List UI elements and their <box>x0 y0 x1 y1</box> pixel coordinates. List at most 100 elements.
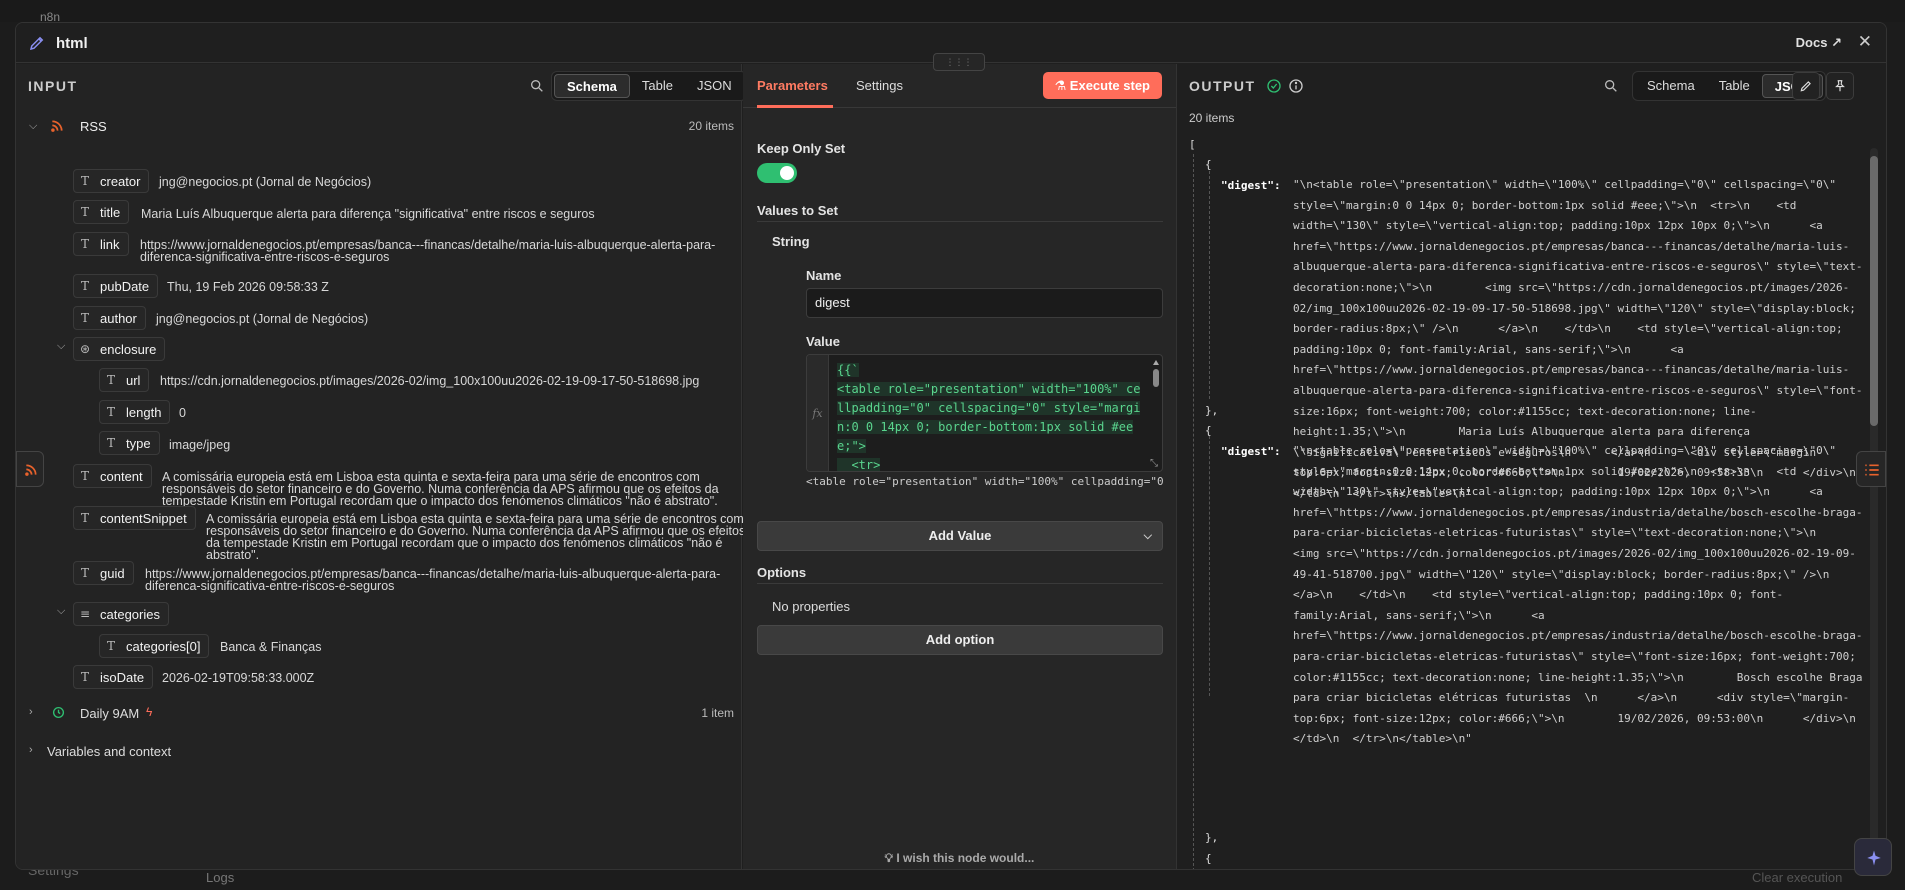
json-brace: { <box>1205 852 1212 865</box>
expand-editor-icon[interactable]: ⤡ <box>1150 458 1158 469</box>
field-content[interactable]: Tcontent <box>73 464 152 488</box>
field-value: A comissária europeia está em Lisboa est… <box>162 470 719 508</box>
object-type-icon: ⊛ <box>80 342 91 356</box>
no-properties-text: No properties <box>772 599 851 614</box>
text-type-icon: T <box>80 279 89 293</box>
variables-context-row[interactable]: › Variables and context <box>16 740 742 764</box>
json-brace: { <box>1205 424 1212 437</box>
field-value: https://www.jornaldenegocios.pt/empresas… <box>140 238 716 264</box>
json-bracket: [ <box>1189 138 1196 151</box>
field-pubdate[interactable]: TpubDate <box>73 274 159 298</box>
field-link[interactable]: Tlink <box>73 232 129 256</box>
info-icon[interactable] <box>1288 78 1304 94</box>
flask-icon: ⚗ <box>1054 78 1067 93</box>
field-enclosure[interactable]: ⊛ enclosure <box>73 337 166 361</box>
output-tab-schema[interactable]: Schema <box>1635 74 1707 98</box>
output-tab-table[interactable]: Table <box>1707 74 1762 98</box>
pencil-icon <box>1800 81 1811 92</box>
variables-label: Variables and context <box>47 744 172 759</box>
chevron-down-icon[interactable]: ⌵ <box>57 340 65 353</box>
field-length[interactable]: Tlength <box>99 400 171 424</box>
text-type-icon: T <box>80 205 89 219</box>
json-brace: }, <box>1205 831 1219 844</box>
divider <box>757 221 1163 222</box>
chevron-right-icon[interactable]: › <box>29 744 33 756</box>
field-categories-0[interactable]: Tcategories[0] <box>99 634 210 658</box>
tab-parameters[interactable]: Parameters <box>757 78 828 93</box>
field-value: Maria Luís Albuquerque alerta para difer… <box>141 207 595 221</box>
field-author[interactable]: Tauthor <box>73 306 146 330</box>
options-label: Options <box>757 565 807 580</box>
search-icon[interactable] <box>529 78 545 94</box>
json-brace: { <box>1205 158 1212 171</box>
feedback-link[interactable]: 💡︎ I wish this node would... <box>743 851 1176 866</box>
text-type-icon: T <box>80 469 89 483</box>
field-contentsnippet[interactable]: TcontentSnippet <box>73 506 196 530</box>
chevron-down-icon[interactable]: ⌵ <box>29 120 37 133</box>
field-isodate[interactable]: TisoDate <box>73 665 154 689</box>
input-tab-json[interactable]: JSON <box>685 74 744 98</box>
field-creator[interactable]: Tcreator <box>73 169 150 193</box>
text-type-icon: T <box>80 670 89 684</box>
logs-label[interactable]: Logs <box>206 870 234 885</box>
keep-only-set-label: Keep Only Set <box>757 141 846 156</box>
scrollbar-thumb[interactable] <box>1870 156 1878 426</box>
input-node-tab[interactable] <box>16 451 44 487</box>
field-categories[interactable]: ≡ categories <box>73 602 169 626</box>
field-guid[interactable]: Tguid <box>73 561 134 585</box>
json-string-value: "\n<table role=\"presentation\" width=\"… <box>1293 444 1863 746</box>
chevron-down-icon[interactable]: ⌵ <box>57 605 65 618</box>
node-row-rss[interactable]: ⌵ RSS 20 items <box>16 114 742 138</box>
value-expression-editor[interactable]: fx {{` <table role="presentation" width=… <box>806 354 1163 472</box>
execute-step-button[interactable]: ⚗ Execute step <box>1042 72 1162 99</box>
values-to-set-label: Values to Set <box>757 203 838 218</box>
search-icon[interactable] <box>1603 78 1619 94</box>
edit-output-button[interactable] <box>1792 72 1820 100</box>
rss-icon <box>51 120 63 132</box>
text-type-icon: T <box>80 311 89 325</box>
rss-icon <box>25 464 37 476</box>
field-title[interactable]: Ttitle <box>73 200 130 224</box>
input-tab-schema[interactable]: Schema <box>554 74 630 98</box>
chevron-right-icon[interactable]: › <box>29 706 33 718</box>
success-check-icon <box>1267 79 1281 93</box>
json-key: "digest": <box>1221 179 1281 192</box>
pencil-icon[interactable] <box>28 34 46 52</box>
add-value-button[interactable]: Add Value ⌵ <box>757 521 1163 551</box>
text-type-icon: T <box>80 237 89 251</box>
pin-icon <box>1835 80 1845 92</box>
parameters-panel: ⋮⋮⋮ Parameters Settings ⚗ Execute step K… <box>743 53 1177 869</box>
output-node-tab[interactable] <box>1856 451 1886 487</box>
node-title[interactable]: html <box>56 35 88 52</box>
ai-assistant-button[interactable] <box>1854 838 1892 876</box>
field-value: jng@negocios.pt (Jornal de Negócios) <box>156 312 369 326</box>
tab-settings[interactable]: Settings <box>856 78 903 93</box>
expression-code[interactable]: {{` <table role="presentation" width="10… <box>837 361 1147 471</box>
output-panel: OUTPUT Schema Table JSON 20 items [ { "d… <box>1178 64 1886 869</box>
editor-scrollbar[interactable] <box>1152 359 1160 439</box>
chevron-down-icon: ⌵ <box>1143 530 1152 542</box>
field-value: 2026-02-19T09:58:33.000Z <box>162 671 315 685</box>
close-icon[interactable]: ✕ <box>1858 32 1872 52</box>
field-value: Thu, 19 Feb 2026 09:58:33 Z <box>167 280 329 294</box>
add-option-button[interactable]: Add option <box>757 625 1163 655</box>
field-value: jng@negocios.pt (Jornal de Negócios) <box>159 175 372 189</box>
output-scrollbar[interactable] <box>1870 148 1878 866</box>
json-output-view[interactable]: [ { "digest": "\n<table role=\"presentat… <box>1189 136 1869 869</box>
field-type[interactable]: Ttype <box>99 431 160 455</box>
text-type-icon: T <box>80 511 89 525</box>
field-value: A comissária europeia está em Lisboa est… <box>206 512 746 562</box>
pin-data-button[interactable] <box>1826 72 1854 100</box>
value-label: Value <box>806 334 840 349</box>
clear-execution-button[interactable]: Clear execution <box>1752 870 1842 885</box>
name-input[interactable]: digest <box>806 288 1163 318</box>
docs-link[interactable]: Docs ↗ <box>1796 35 1842 51</box>
external-link-icon: ↗ <box>1831 35 1842 50</box>
field-url[interactable]: Turl <box>99 368 150 392</box>
lightbulb-icon: 💡︎ <box>884 851 894 865</box>
indent-guide <box>1209 171 1210 399</box>
input-tab-table[interactable]: Table <box>630 74 685 98</box>
keep-only-set-toggle[interactable] <box>757 163 797 183</box>
field-value: Banca & Finanças <box>220 640 322 654</box>
node-row-daily-9am[interactable]: › Daily 9AM ϟ 1 item <box>16 701 742 725</box>
